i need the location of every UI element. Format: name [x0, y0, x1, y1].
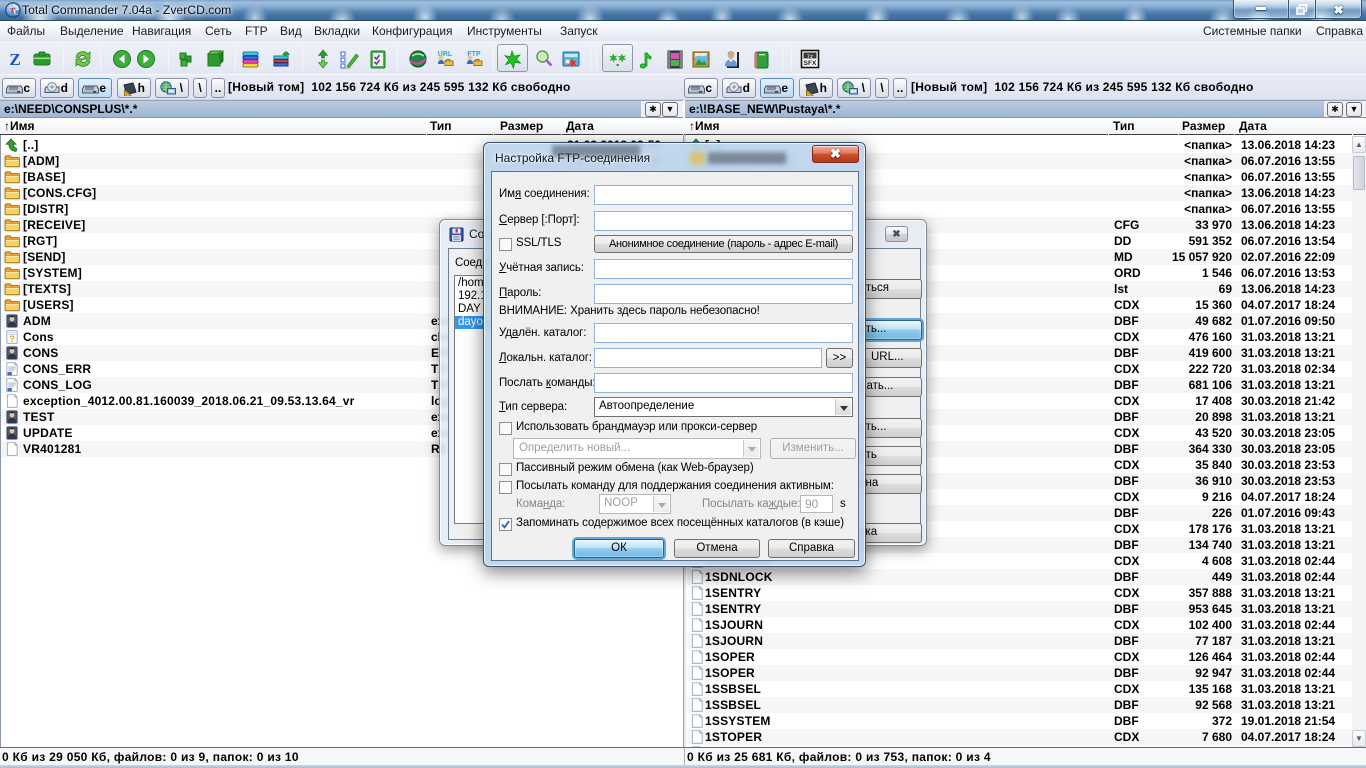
svg-text:C: C — [14, 9, 19, 17]
svg-text:SFX: SFX — [804, 60, 817, 67]
svg-text:Z: Z — [9, 50, 20, 69]
svg-text:7z: 7z — [807, 53, 814, 60]
svg-text:?: ? — [9, 334, 15, 344]
